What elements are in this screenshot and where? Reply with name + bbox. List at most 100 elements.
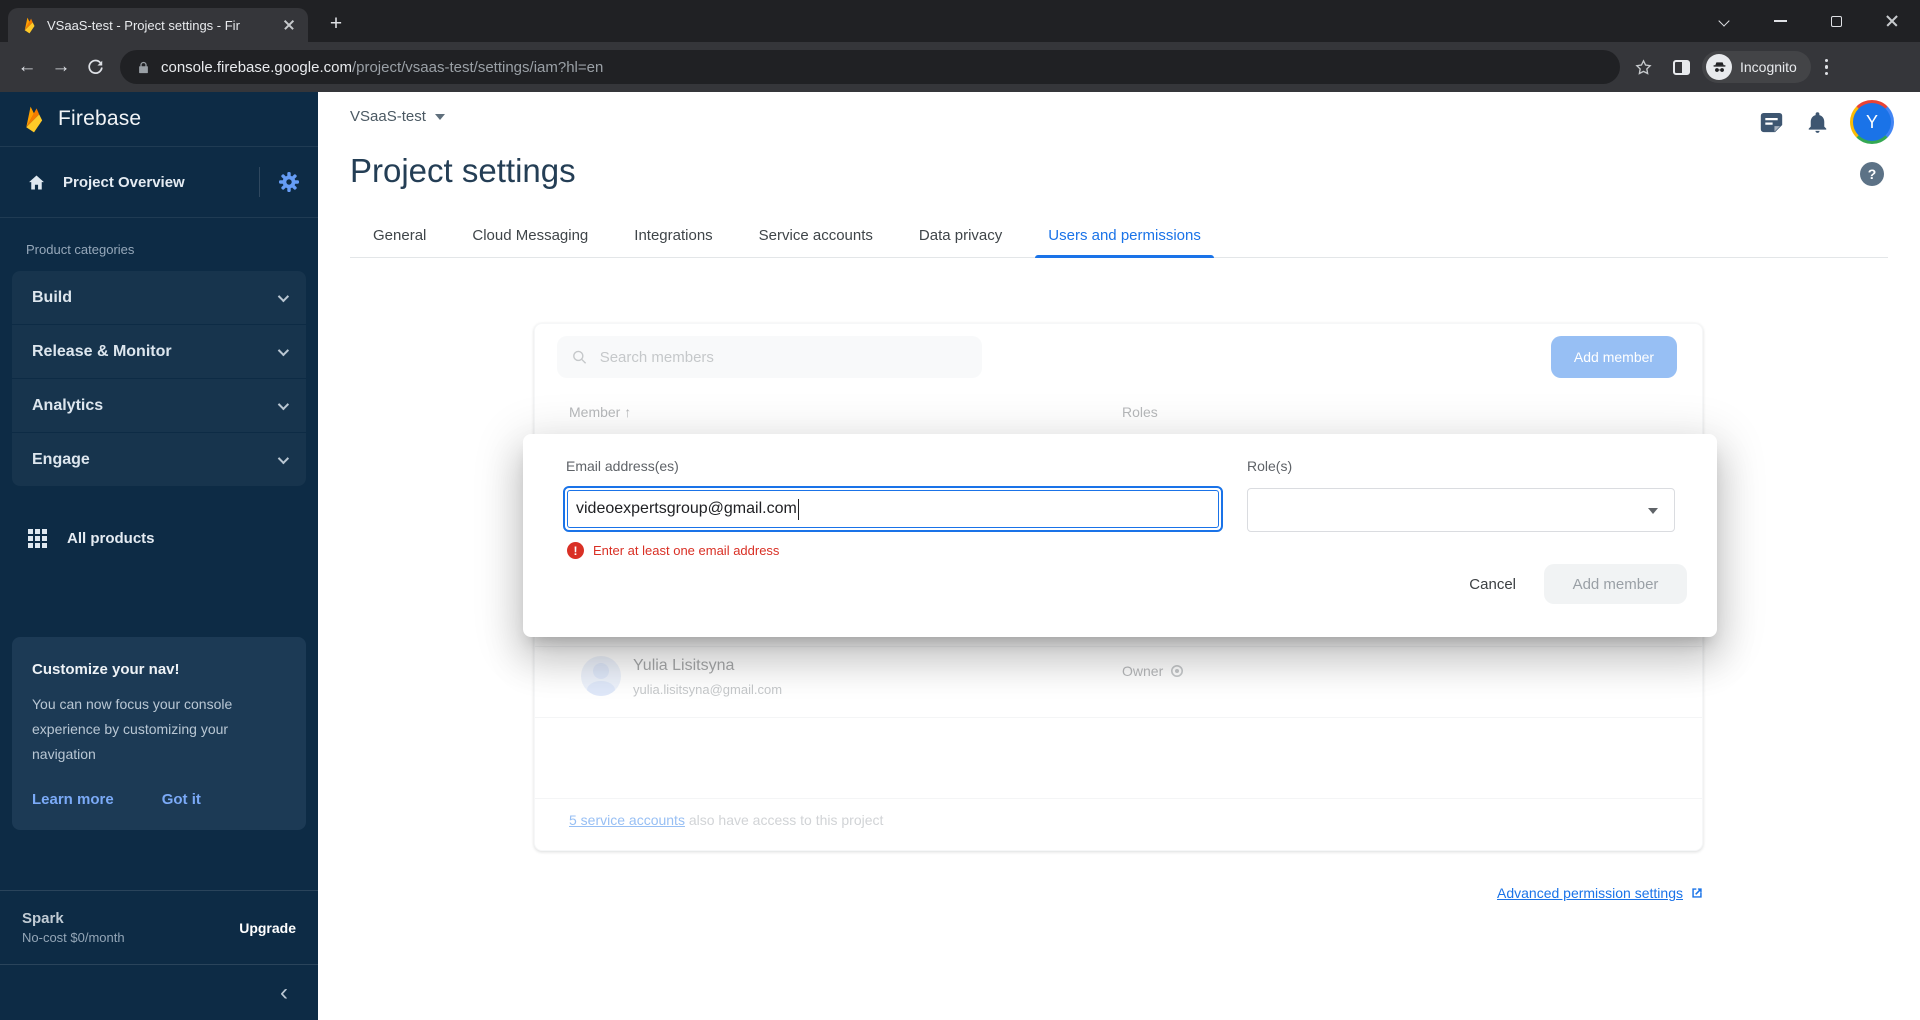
service-accounts-note: 5 service accounts also have access to t… <box>569 812 884 828</box>
text-cursor <box>797 498 800 520</box>
tab-data-privacy[interactable]: Data privacy <box>896 214 1025 257</box>
plan-bar: Spark No-cost $0/month Upgrade <box>0 890 318 965</box>
side-panel-icon[interactable] <box>1664 50 1698 84</box>
browser-toolbar: ← → console.firebase.google.com/project/… <box>0 42 1920 92</box>
cancel-button[interactable]: Cancel <box>1451 566 1534 603</box>
new-tab-button[interactable]: + <box>322 10 350 38</box>
forward-button[interactable]: → <box>44 50 78 84</box>
got-it-button[interactable]: Got it <box>162 791 201 808</box>
error-text: Enter at least one email address <box>593 543 780 558</box>
tab-users-and-permissions[interactable]: Users and permissions <box>1025 214 1224 258</box>
browser-tab[interactable]: VSaaS-test - Project settings - Fir <box>8 8 308 42</box>
column-header-roles: Roles <box>1122 404 1158 420</box>
main-content: VSaaS-test Y Project settings ? General … <box>318 92 1920 1020</box>
lock-icon <box>139 61 148 73</box>
window-minimize-button[interactable] <box>1752 0 1808 42</box>
tab-integrations[interactable]: Integrations <box>611 214 735 257</box>
row-divider <box>535 798 1702 799</box>
chevron-down-icon <box>277 398 290 410</box>
error-icon: ! <box>567 542 584 559</box>
help-icon[interactable]: ? <box>1860 162 1884 186</box>
promo-body: You can now focus your console experienc… <box>32 696 233 762</box>
back-button[interactable]: ← <box>10 50 44 84</box>
customize-nav-card: Customize your nav! You can now focus yo… <box>12 637 306 830</box>
plan-name: Spark <box>22 910 64 927</box>
member-name: Yulia Lisitsyna <box>633 657 735 674</box>
notifications-bell-icon[interactable] <box>1805 110 1830 135</box>
sidebar-item-all-products[interactable]: All products <box>0 516 318 560</box>
grid-icon <box>28 528 47 548</box>
sidebar-item-label: Project Overview <box>63 173 185 191</box>
feedback-note-icon[interactable] <box>1758 109 1785 136</box>
brand-name: Firebase <box>58 107 142 130</box>
browser-tab-bar: VSaaS-test - Project settings - Fir + <box>0 0 1920 42</box>
collapse-sidebar-icon[interactable]: ‹ <box>280 981 288 1005</box>
incognito-icon <box>1706 54 1732 80</box>
dropdown-caret-icon <box>1648 508 1658 514</box>
project-selector[interactable]: VSaaS-test <box>350 108 445 125</box>
role-info-icon[interactable] <box>1170 664 1184 678</box>
sidebar-item-release-monitor[interactable]: Release & Monitor <box>12 325 306 378</box>
sidebar-item-analytics[interactable]: Analytics <box>12 379 306 432</box>
add-member-dialog: Email address(es) Role(s) videoexpertsgr… <box>523 434 1717 637</box>
column-header-member[interactable]: Member ↑ <box>569 404 631 420</box>
category-list: Build Release & Monitor Analytics Engage <box>12 271 306 486</box>
reload-button[interactable] <box>78 50 112 84</box>
firebase-favicon-icon <box>24 17 35 33</box>
firebase-flame-icon <box>26 106 43 132</box>
window-maximize-button[interactable] <box>1808 0 1864 42</box>
sort-arrow-icon: ↑ <box>624 404 632 420</box>
tab-service-accounts[interactable]: Service accounts <box>736 214 896 257</box>
reload-icon <box>87 59 103 74</box>
chevron-down-icon <box>277 452 290 464</box>
sidebar-item-build[interactable]: Build <box>12 271 306 324</box>
chevron-down-icon <box>277 290 290 302</box>
tab-cloud-messaging[interactable]: Cloud Messaging <box>449 214 611 257</box>
service-accounts-link[interactable]: 5 service accounts <box>569 812 685 828</box>
search-icon <box>573 350 587 364</box>
product-categories-label: Product categories <box>26 242 135 257</box>
sidebar-item-engage[interactable]: Engage <box>12 433 306 486</box>
learn-more-link[interactable]: Learn more <box>32 791 114 808</box>
promo-title: Customize your nav! <box>32 661 180 678</box>
email-input[interactable]: videoexpertsgroup@gmail.com <box>563 486 1223 532</box>
address-bar[interactable]: console.firebase.google.com/project/vsaa… <box>120 50 1620 84</box>
email-label: Email address(es) <box>566 458 679 474</box>
sidebar: Firebase Project Overview Product catego… <box>0 92 318 1020</box>
browser-menu-icon[interactable] <box>1815 53 1839 82</box>
role-select[interactable] <box>1247 488 1675 532</box>
member-avatar <box>581 656 621 696</box>
tab-close-icon[interactable] <box>280 16 298 34</box>
account-avatar[interactable]: Y <box>1850 100 1894 144</box>
email-value: videoexpertsgroup@gmail.com <box>576 500 797 517</box>
firebase-logo[interactable]: Firebase <box>0 92 318 147</box>
plan-detail: No-cost $0/month <box>22 930 125 945</box>
page-title: Project settings <box>350 152 576 189</box>
url-text: console.firebase.google.com/project/vsaa… <box>161 59 603 76</box>
tab-general[interactable]: General <box>350 214 449 257</box>
email-error: ! Enter at least one email address <box>567 542 779 559</box>
search-members-box[interactable] <box>557 336 982 378</box>
member-email: yulia.lisitsyna@gmail.com <box>633 682 783 697</box>
row-divider <box>535 717 1702 718</box>
add-member-button[interactable]: Add member <box>1551 336 1677 378</box>
sidebar-item-project-overview[interactable]: Project Overview <box>0 147 318 218</box>
settings-tabs: General Cloud Messaging Integrations Ser… <box>350 214 1888 258</box>
dialog-add-member-button[interactable]: Add member <box>1544 564 1687 604</box>
avatar-initial: Y <box>1853 103 1891 141</box>
bookmark-star-icon[interactable] <box>1626 50 1660 84</box>
advanced-permission-settings-link[interactable]: Advanced permission settings <box>1497 885 1705 901</box>
home-icon <box>29 175 44 189</box>
window-close-button[interactable] <box>1864 0 1920 42</box>
incognito-badge[interactable]: Incognito <box>1702 51 1811 83</box>
browser-tab-title: VSaaS-test - Project settings - Fir <box>47 17 240 33</box>
chevron-down-icon <box>434 113 445 120</box>
upgrade-button[interactable]: Upgrade <box>239 920 296 936</box>
tab-search-icon[interactable] <box>1696 0 1752 42</box>
settings-gear-icon[interactable] <box>278 171 300 193</box>
external-link-icon <box>1692 888 1702 898</box>
divider <box>259 167 260 197</box>
sidebar-collapse-row: ‹ <box>0 966 318 1020</box>
search-members-input[interactable] <box>599 348 968 366</box>
role-label: Role(s) <box>1247 458 1293 474</box>
